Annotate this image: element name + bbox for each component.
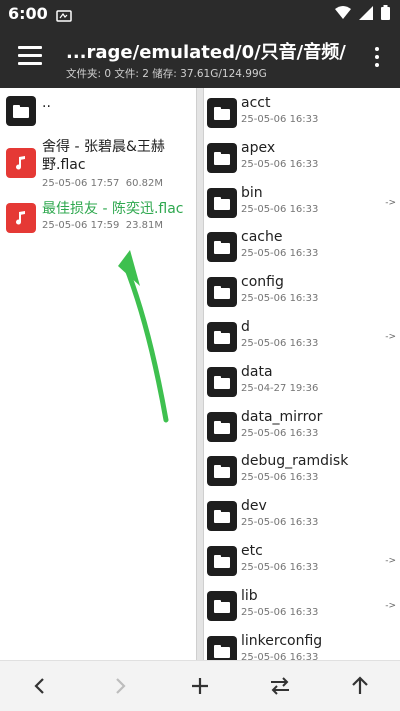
folder-row[interactable]: cache 25-05-06 16:33 (204, 228, 400, 268)
folder-icon (207, 366, 237, 397)
folder-date: 25-05-06 16:33 (241, 293, 319, 305)
folder-icon (207, 232, 237, 263)
file-meta: 25-05-06 17:57 60.82M (42, 178, 163, 189)
folder-row[interactable]: bin 25-05-06 16:33 -> (204, 184, 400, 224)
left-pane: .. 舍得 - 张碧晨&王赫野.flac 25-05-06 17:57 60.8… (0, 88, 196, 660)
file-row-selected[interactable]: 最佳损友 - 陈奕迅.flac 25-05-06 17:59 23.81M (0, 200, 196, 240)
symlink-indicator: -> (385, 600, 396, 611)
menu-icon[interactable] (18, 46, 42, 66)
file-name: 最佳损友 - 陈奕迅.flac (42, 201, 184, 217)
status-time: 6:00 (8, 4, 48, 23)
folder-icon (207, 142, 237, 173)
folder-icon (6, 96, 36, 126)
folder-row[interactable]: debug_ramdisk 25-05-06 16:33 (204, 452, 400, 492)
storage-stats: 文件夹: 0 文件: 2 储存: 37.61G/124.99G (66, 68, 267, 80)
signal-icon (359, 5, 373, 20)
folder-icon (207, 411, 237, 442)
folder-name: lib (241, 587, 258, 604)
parent-directory-row[interactable]: .. (0, 94, 196, 130)
folder-row[interactable]: lib 25-05-06 16:33 -> (204, 587, 400, 627)
status-bar: 6:00 (0, 0, 400, 26)
folder-date: 25-05-06 16:33 (241, 248, 319, 260)
folder-row[interactable]: data 25-04-27 19:36 (204, 363, 400, 403)
folder-name: cache (241, 229, 283, 246)
folder-date: 25-05-06 16:33 (241, 562, 319, 573)
folder-name: etc (241, 543, 263, 559)
folder-icon (207, 546, 237, 576)
symlink-indicator: -> (385, 556, 396, 566)
more-options-icon[interactable] (374, 47, 380, 67)
up-icon[interactable] (347, 673, 373, 699)
folder-name: bin (241, 184, 263, 201)
folder-row[interactable]: config 25-05-06 16:33 (204, 273, 400, 313)
folder-icon (207, 187, 237, 218)
system-icons (335, 5, 390, 20)
folder-name: config (241, 274, 284, 291)
folder-date: 25-05-06 16:33 (241, 651, 319, 660)
folder-date: 25-05-06 16:33 (241, 338, 319, 349)
folder-row[interactable]: data_mirror 25-05-06 16:33 (204, 408, 400, 448)
file-date: 25-05-06 17:57 (42, 178, 120, 189)
folder-row[interactable]: apex 25-05-06 16:33 (204, 139, 400, 179)
folder-icon (207, 635, 237, 660)
folder-date: 25-05-06 16:33 (241, 517, 319, 529)
current-path: ...rage/emulated/0/只音/音频/ (66, 42, 346, 63)
forward-icon[interactable] (107, 673, 133, 699)
notification-icon (56, 7, 72, 26)
folder-icon (207, 590, 237, 621)
folder-name: apex (241, 139, 276, 156)
wifi-icon (335, 5, 351, 19)
folder-date: 25-04-27 19:36 (241, 382, 319, 394)
folder-row[interactable]: dev 25-05-06 16:33 (204, 497, 400, 537)
swap-icon[interactable] (267, 673, 293, 699)
bottom-toolbar (0, 660, 400, 711)
file-name: 舍得 - 张碧晨&王赫野.flac (42, 139, 165, 173)
symlink-indicator: -> (385, 332, 396, 342)
audio-file-icon (6, 148, 36, 178)
folder-name: dev (241, 498, 267, 515)
folder-name: d (241, 319, 250, 335)
folder-date: 25-05-06 16:33 (241, 158, 319, 170)
file-size: 23.81M (125, 220, 164, 231)
folder-name: linkerconfig (241, 632, 323, 649)
file-date: 25-05-06 17:59 (42, 220, 120, 231)
file-size: 60.82M (125, 178, 164, 189)
folder-icon (207, 501, 237, 532)
folder-row[interactable]: linkerconfig 25-05-06 16:33 (204, 632, 400, 660)
back-icon[interactable] (27, 673, 53, 699)
folder-row[interactable]: acct 25-05-06 16:33 (204, 94, 400, 134)
folder-date: 25-05-06 16:33 (241, 427, 319, 439)
app-bar: ...rage/emulated/0/只音/音频/ 文件夹: 0 文件: 2 储… (0, 26, 400, 88)
folder-name: data (241, 363, 273, 380)
folder-name: acct (241, 95, 271, 111)
folder-icon (207, 277, 237, 308)
file-row[interactable]: 舍得 - 张碧晨&王赫野.flac 25-05-06 17:57 60.82M (0, 138, 196, 194)
folder-row[interactable]: etc 25-05-06 16:33 -> (204, 542, 400, 582)
right-pane: acct 25-05-06 16:33 apex 25-05-06 16:33 bin 2… (204, 88, 400, 660)
folder-row[interactable]: d 25-05-06 16:33 -> (204, 318, 400, 358)
folder-date: 25-05-06 16:33 (241, 203, 319, 215)
folder-date: 25-05-06 16:33 (241, 606, 319, 618)
folder-icon (207, 456, 237, 487)
folder-name: data_mirror (241, 408, 323, 425)
file-meta: 25-05-06 17:59 23.81M (42, 220, 163, 231)
folder-name: debug_ramdisk (241, 453, 349, 470)
battery-icon (381, 5, 390, 20)
pane-divider[interactable] (196, 88, 204, 660)
folder-icon (207, 98, 237, 128)
audio-file-icon (6, 203, 36, 233)
folder-icon (207, 322, 237, 352)
folder-date: 25-05-06 16:33 (241, 472, 319, 484)
add-icon[interactable] (187, 673, 213, 699)
symlink-indicator: -> (385, 197, 396, 208)
folder-date: 25-05-06 16:33 (241, 114, 319, 125)
parent-directory-label: .. (42, 95, 51, 111)
